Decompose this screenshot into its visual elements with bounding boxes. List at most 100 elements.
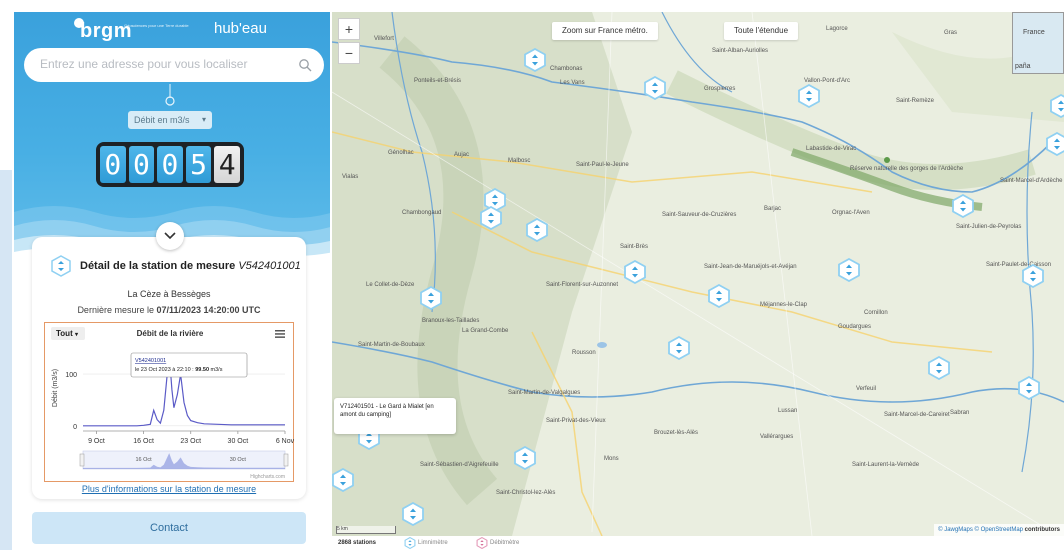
map-place-label: Lussan xyxy=(778,408,798,414)
station-marker-icon[interactable] xyxy=(402,502,424,526)
station-marker-icon[interactable] xyxy=(798,84,820,108)
map-place-label: Malbosc xyxy=(508,158,531,164)
hubeau-logo[interactable]: hub'eau xyxy=(214,20,267,37)
zoom-france-button[interactable]: Zoom sur France métro. xyxy=(552,22,658,40)
map-place-label: Saint-Martin-de-Valgalgues xyxy=(508,390,581,396)
navigator-handle xyxy=(283,453,289,467)
station-marker-icon[interactable] xyxy=(332,468,354,492)
map-place-label: Orgnac-l'Aven xyxy=(832,210,870,216)
counter-digit: 4 xyxy=(214,146,240,183)
map-place-label: Verfeuil xyxy=(856,386,877,392)
map-place-label: Mons xyxy=(604,456,619,462)
map-place-label: Méjannes-le-Clap xyxy=(760,302,808,308)
map-place-label: Saint-Marcel-d'Ardèche xyxy=(1000,178,1063,184)
station-marker-icon[interactable] xyxy=(526,218,548,242)
logo-bar: brgm Géosciences pour une Terre durable … xyxy=(14,18,330,44)
map-view[interactable]: + − Zoom sur France métro. Toute l'étend… xyxy=(332,12,1064,536)
y-tick-label: 0 xyxy=(73,424,77,431)
tooltip-value: le 23 Oct 2023 à 22:10 : 99.50 m3/s xyxy=(135,367,223,373)
map-place-label: Grospierres xyxy=(704,86,736,92)
station-marker-icon[interactable] xyxy=(644,76,666,100)
map-place-label: Saint-Jean-de-Maruéjols-et-Avéjan xyxy=(704,264,797,270)
tooltip-station: V542401001 xyxy=(135,358,166,364)
map-place-label: Labastide-de-Virac xyxy=(806,146,857,152)
map-footer: 2868 stations Limnimètre Débitmètre xyxy=(332,536,1064,550)
map-place-label: Branoux-les-Taillades xyxy=(422,318,480,324)
map-place-label: Saint-Remèze xyxy=(896,98,935,104)
counter-digit: 0 xyxy=(157,146,183,183)
map-place-label: Barjac xyxy=(764,206,782,212)
x-tick-label: 23 Oct xyxy=(180,438,201,445)
station-marker-icon[interactable] xyxy=(952,194,974,218)
map-place-label: Saint-Julien-de-Peyrolas xyxy=(956,224,1022,230)
minimap[interactable]: France paña xyxy=(1012,12,1064,74)
station-marker-icon[interactable] xyxy=(1018,376,1040,400)
station-marker-icon[interactable] xyxy=(708,284,730,308)
limnimetre-icon xyxy=(404,537,416,549)
contact-button[interactable]: Contact xyxy=(32,512,306,544)
map-place-label: Saint-Paul-le-Jeune xyxy=(576,162,629,168)
collapse-toggle-button[interactable] xyxy=(156,222,184,250)
last-measure: Dernière mesure le 07/11/2023 14:20:00 U… xyxy=(77,305,261,315)
map-place-label: Saint-Marcel-de-Careiret xyxy=(884,412,950,418)
station-marker-icon[interactable] xyxy=(420,286,442,310)
x-tick-label: 16 Oct xyxy=(133,438,154,445)
station-marker-icon[interactable] xyxy=(1050,94,1064,118)
address-search-input[interactable] xyxy=(40,57,290,71)
station-marker-icon[interactable] xyxy=(480,206,502,230)
map-place-label: Vialas xyxy=(342,174,359,180)
navigator-handle xyxy=(79,453,85,467)
river-name: La Cèze à Bessèges xyxy=(127,289,211,299)
minimap-label: France xyxy=(1023,29,1045,36)
map-place-label: Chambongaud xyxy=(402,210,442,216)
address-search-box[interactable] xyxy=(24,48,324,82)
chart-tooltip xyxy=(130,352,248,378)
y-tick-label: 100 xyxy=(65,372,77,379)
zoom-in-button[interactable]: + xyxy=(338,18,360,40)
map-place-label: Cornillon xyxy=(864,310,888,316)
map-terrain xyxy=(332,12,1064,536)
station-marker-icon[interactable] xyxy=(1046,132,1064,156)
unit-select[interactable]: Débit en m3/s ▾ xyxy=(128,111,212,129)
full-extent-button[interactable]: Toute l'étendue xyxy=(724,22,799,40)
station-marker-icon[interactable] xyxy=(928,356,950,380)
legend-debitmetre[interactable]: Débitmètre xyxy=(476,537,519,549)
flow-chart[interactable]: 0 100 Débit (m3/s) 9 Oct 16 Oct 23 Oct 30 Oct 6… xyxy=(44,322,295,482)
map-place-label: Lagorce xyxy=(826,26,848,32)
more-info-link[interactable]: Plus d'informations sur la station de me… xyxy=(32,484,306,494)
map-place-label: Vallérargues xyxy=(760,434,794,440)
map-place-label: Saint-Alban-Auriolles xyxy=(712,48,769,54)
search-icon[interactable] xyxy=(298,58,312,72)
chart-menu-icon[interactable] xyxy=(275,330,285,338)
station-marker-icon[interactable] xyxy=(624,260,646,284)
map-place-label: Saint-Privat-des-Vieux xyxy=(546,418,606,424)
counter-digit: 5 xyxy=(185,146,212,183)
map-place-label: Brouzet-lès-Alès xyxy=(654,430,699,436)
station-marker-icon[interactable] xyxy=(524,48,546,72)
debitmetre-icon xyxy=(476,537,488,549)
left-edge-strip xyxy=(0,170,12,550)
attribution-links[interactable]: © JawgMaps © OpenStreetMap xyxy=(938,527,1023,533)
station-marker-icon[interactable] xyxy=(838,258,860,282)
chevron-down-icon xyxy=(164,232,176,240)
chart-credits: Highcharts.com xyxy=(250,474,285,480)
navigator-label: 16 Oct xyxy=(135,457,152,463)
station-popup[interactable]: V712401501 - Le Gard à Mialet [en amont … xyxy=(334,398,456,434)
chevron-down-icon: ▾ xyxy=(201,115,206,124)
station-marker-icon[interactable] xyxy=(1022,264,1044,288)
last-measure-value: 07/11/2023 14:20:00 UTC xyxy=(156,305,261,315)
station-marker-icon[interactable] xyxy=(668,336,690,360)
map-place-label: Gras xyxy=(944,30,958,36)
navigator-label: 30 Oct xyxy=(230,457,247,463)
map-place-label: Goudargues xyxy=(838,324,872,330)
map-place-label: Chambonas xyxy=(550,66,583,72)
minimap-label: paña xyxy=(1015,63,1031,70)
map-place-label: Saint-Brès xyxy=(620,244,649,250)
map-place-label: Génolhac xyxy=(388,150,414,156)
station-marker-icon[interactable] xyxy=(514,446,536,470)
map-place-label: Saint-Florent-sur-Auzonnet xyxy=(546,282,619,288)
station-counter: 0 0 0 5 4 xyxy=(96,142,244,187)
legend-limnimetre[interactable]: Limnimètre xyxy=(404,537,448,549)
zoom-out-button[interactable]: − xyxy=(338,42,360,64)
map-place-label: Villefort xyxy=(374,36,394,42)
